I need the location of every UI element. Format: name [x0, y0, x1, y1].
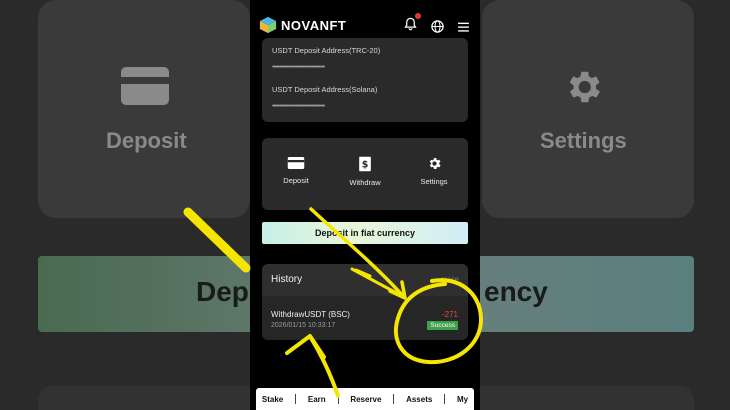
top-icons	[403, 13, 470, 37]
history-more-link[interactable]: more	[441, 275, 459, 284]
svg-text:$: $	[362, 160, 369, 171]
brand-name: NOVANFT	[281, 17, 347, 33]
bottom-nav: Stake Earn Reserve Assets My	[256, 388, 474, 410]
transaction-status-badge: Success	[427, 321, 458, 330]
address-label-trc20: USDT Deposit Address(TRC-20)	[272, 46, 381, 55]
transaction-name: WithdrawUSDT (BSC)	[271, 310, 350, 319]
menu-icon[interactable]	[457, 21, 470, 33]
settings-label: Settings	[420, 177, 448, 186]
nav-earn[interactable]: Earn	[308, 395, 326, 404]
nav-my[interactable]: My	[457, 395, 468, 404]
phone-screen: NOVANFT USDT Deposit Address(TRC-20) •••…	[250, 0, 480, 410]
nav-separator	[444, 394, 446, 404]
history-title: History	[271, 274, 303, 285]
deposit-address-card: USDT Deposit Address(TRC-20) •••••••••••…	[262, 38, 468, 122]
action-card: Deposit $ Withdraw Settings	[262, 138, 468, 210]
address-value-trc20[interactable]: ••••••••••••••••••••••••••••••••••••	[272, 64, 325, 71]
background-banner-text-left: Dep	[196, 276, 249, 307]
withdraw-button[interactable]: $ Withdraw	[335, 156, 395, 187]
nav-reserve[interactable]: Reserve	[350, 395, 381, 404]
nav-assets[interactable]: Assets	[406, 395, 432, 404]
top-bar: NOVANFT	[250, 8, 480, 42]
background-deposit-card	[38, 0, 250, 218]
notification-button[interactable]	[403, 13, 421, 37]
withdraw-icon: $	[359, 156, 371, 172]
deposit-fiat-button[interactable]: Deposit in fiat currency	[262, 222, 468, 244]
withdraw-label: Withdraw	[349, 178, 381, 187]
background-banner-text-right: ency	[484, 276, 548, 307]
nav-separator	[295, 394, 297, 404]
deposit-button[interactable]: Deposit	[266, 156, 326, 185]
nav-separator	[393, 394, 395, 404]
history-card: History more WithdrawUSDT (BSC) 2026/01/…	[262, 264, 468, 340]
nav-separator	[337, 394, 339, 404]
card-icon	[287, 157, 305, 169]
background-settings-label: Settings	[540, 128, 627, 153]
logo-cube-icon	[259, 16, 277, 34]
background-card-icon	[121, 67, 169, 105]
brand-logo[interactable]: NOVANFT	[259, 16, 346, 34]
gear-icon	[429, 158, 441, 169]
address-value-solana[interactable]: ••••••••••••••••••••••••••••••••••••	[272, 103, 325, 110]
deposit-label: Deposit	[283, 176, 309, 185]
background-deposit-label: Deposit	[106, 128, 187, 153]
settings-button[interactable]: Settings	[404, 156, 464, 186]
transaction-amount: -271	[441, 310, 458, 319]
notification-dot	[415, 13, 421, 19]
globe-icon[interactable]	[430, 19, 445, 34]
transaction-time: 2026/01/15 10:33:17	[271, 322, 336, 329]
history-header: History more	[262, 264, 468, 296]
background-settings-card	[482, 0, 694, 218]
nav-stake[interactable]: Stake	[262, 395, 283, 404]
background-gear-icon	[569, 71, 600, 103]
address-label-solana: USDT Deposit Address(Solana)	[272, 85, 378, 94]
